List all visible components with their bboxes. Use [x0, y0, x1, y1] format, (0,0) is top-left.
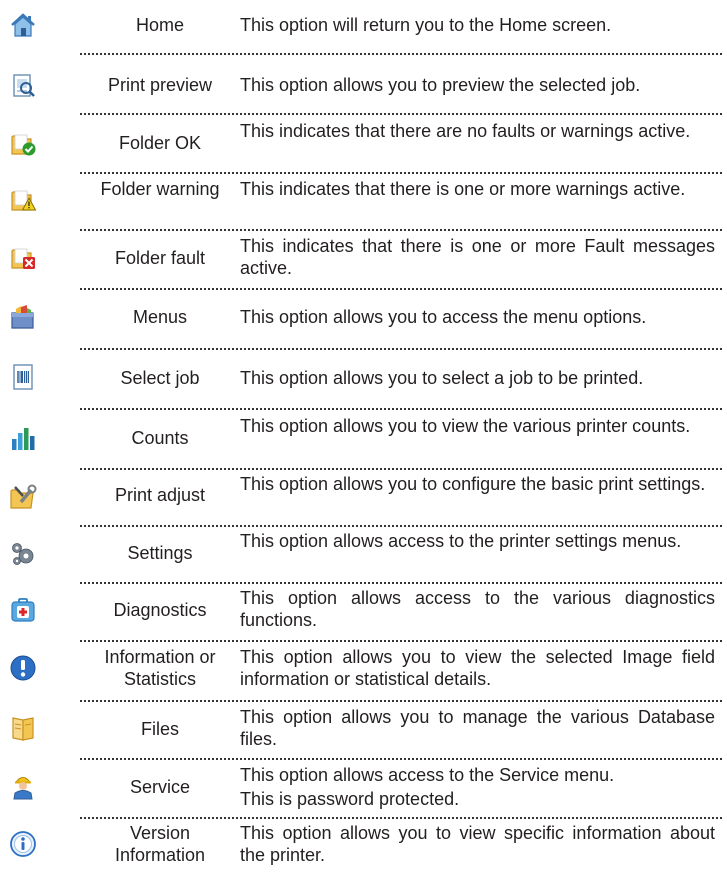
table-row: Menus This option allows you to access t… — [0, 298, 727, 338]
settings-icon — [8, 539, 38, 569]
table-row: Files This option allows you to manage t… — [0, 706, 727, 752]
diagnostics-icon — [8, 595, 38, 625]
select-job-icon — [8, 362, 38, 392]
table-row: Version Information This option allows y… — [0, 822, 727, 870]
folder-fault-icon — [8, 242, 38, 272]
version-info-icon — [8, 829, 38, 859]
row-description: This indicates that there is one or more… — [240, 179, 686, 199]
row-divider — [80, 172, 722, 174]
row-description: This option allows you to manage the var… — [240, 707, 715, 749]
folder-ok-icon — [8, 128, 38, 158]
row-divider — [80, 582, 722, 584]
row-description-note: This is password protected. — [240, 789, 460, 809]
files-icon — [8, 713, 38, 743]
table-row: Settings This option allows access to th… — [0, 530, 727, 576]
row-description: This option allows you to view specific … — [240, 823, 715, 865]
table-row: Folder OK This indicates that there are … — [0, 120, 727, 166]
table-row: Print preview This option allows you to … — [0, 65, 727, 105]
row-description: This option allows access to the Service… — [240, 765, 615, 785]
row-description: This option allows access to the various… — [240, 588, 715, 630]
home-icon — [8, 10, 38, 40]
row-description: This option allows you to preview the se… — [240, 75, 641, 95]
row-divider — [80, 468, 722, 470]
row-name: Settings — [127, 543, 193, 563]
table-row: Home This option will return you to the … — [0, 10, 727, 46]
row-description: This option allows access to the printer… — [240, 531, 682, 551]
row-name: Folder warning — [100, 179, 220, 199]
table-row: Folder warning This indicates that there… — [0, 178, 727, 224]
row-divider — [80, 640, 722, 642]
row-divider — [80, 288, 722, 290]
row-name: Menus — [132, 307, 188, 327]
row-divider — [80, 113, 722, 115]
row-name: Information or Statistics — [104, 647, 216, 689]
row-name: Files — [140, 719, 179, 739]
information-icon — [8, 653, 38, 683]
row-divider — [80, 348, 722, 350]
row-divider — [80, 700, 722, 702]
row-divider — [80, 408, 722, 410]
table-row: Print adjust This option allows you to c… — [0, 473, 727, 519]
row-name: Counts — [131, 428, 189, 448]
service-icon — [8, 771, 38, 801]
print-adjust-icon — [8, 481, 38, 511]
row-description: This option allows you to view the vario… — [240, 416, 691, 436]
row-description: This option allows you to select a job t… — [240, 368, 644, 388]
folder-warning-icon — [8, 184, 38, 214]
row-divider — [80, 817, 722, 819]
row-name: Select job — [120, 368, 200, 388]
row-name: Service — [129, 777, 191, 797]
row-divider — [80, 758, 722, 760]
table-row: Select job This option allows you to sel… — [0, 358, 727, 398]
row-description: This option allows you to view the selec… — [240, 647, 715, 689]
row-divider — [80, 53, 722, 55]
counts-icon — [8, 423, 38, 453]
row-description: This indicates that there are no faults … — [240, 121, 691, 141]
row-name: Folder fault — [114, 248, 206, 268]
table-row: Counts This option allows you to view th… — [0, 415, 727, 461]
table-row: Information or Statistics This option al… — [0, 646, 727, 692]
row-divider — [80, 229, 722, 231]
row-description: This option allows you to configure the … — [240, 474, 706, 494]
table-row: Folder fault This indicates that there i… — [0, 235, 727, 281]
menus-icon — [8, 301, 38, 331]
row-description: This option allows you to access the men… — [240, 307, 647, 327]
row-name: Home — [135, 15, 184, 35]
print-preview-icon — [8, 71, 38, 101]
row-divider — [80, 525, 722, 527]
table-row: Service This option allows access to the… — [0, 764, 727, 810]
row-name: Diagnostics — [113, 600, 207, 620]
table-row: Diagnostics This option allows access to… — [0, 587, 727, 633]
row-name: Version Information — [114, 823, 206, 865]
row-name: Print preview — [107, 75, 213, 95]
row-description: This indicates that there is one or more… — [240, 236, 715, 278]
row-name: Print adjust — [114, 485, 206, 505]
row-description: This option will return you to the Home … — [240, 15, 612, 35]
row-name: Folder OK — [118, 133, 202, 153]
